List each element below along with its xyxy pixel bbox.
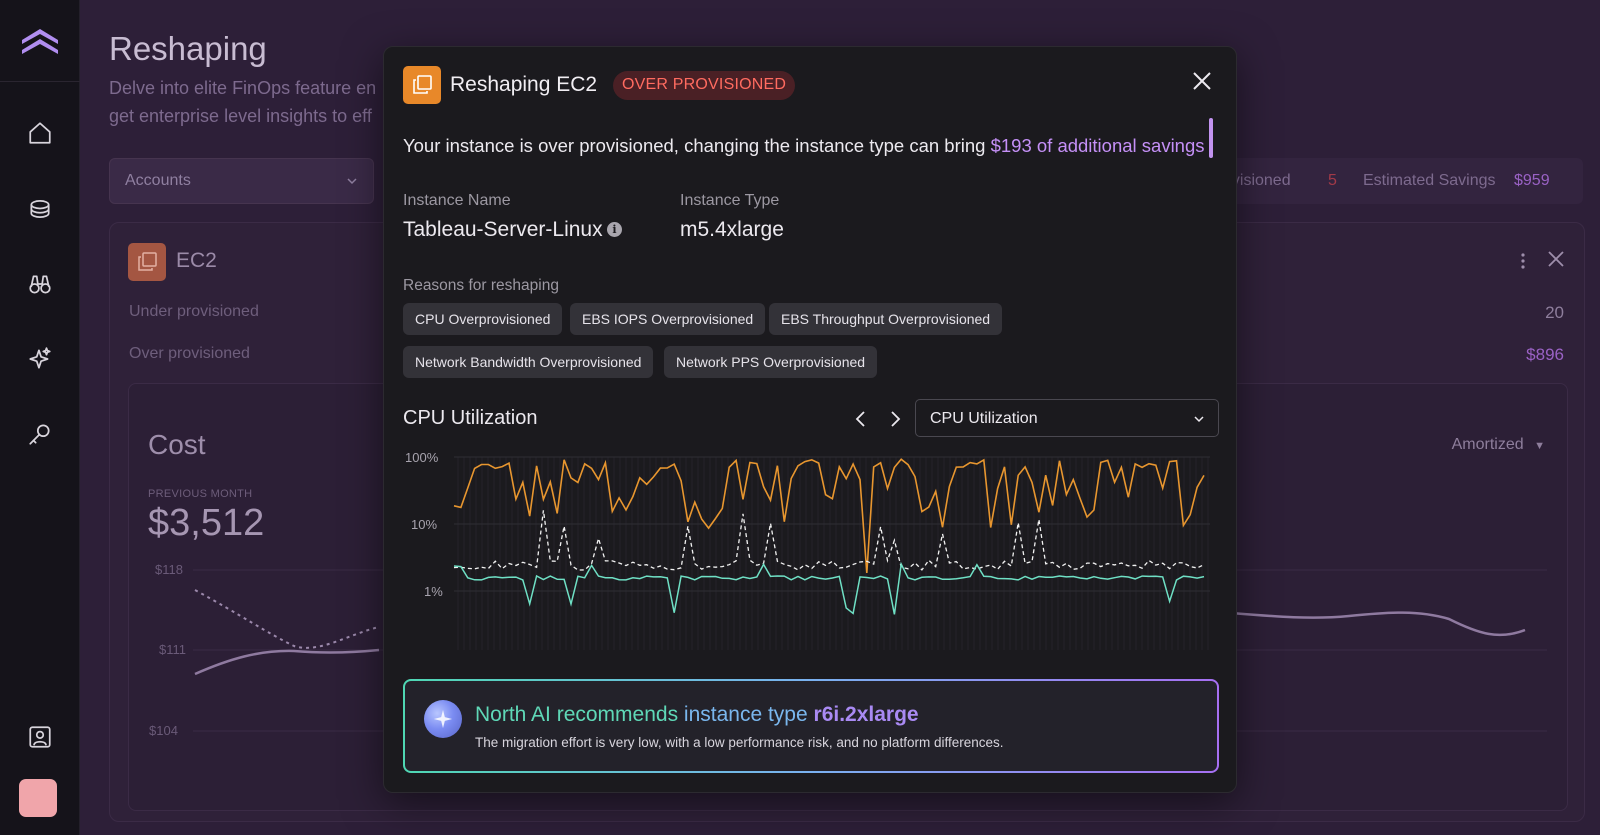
ai-middle: instance type xyxy=(683,703,814,726)
chevron-down-icon xyxy=(1194,416,1204,423)
metric-select-value: CPU Utilization xyxy=(930,410,1038,427)
savings-summary: Your instance is over provisioned, chang… xyxy=(403,135,1205,157)
savings-value: $959 xyxy=(1514,172,1550,189)
ai-prefix: North AI recommends xyxy=(475,703,684,726)
instance-name-label: Instance Name xyxy=(403,192,511,209)
chevron-right-icon[interactable] xyxy=(885,407,905,431)
avatar[interactable] xyxy=(19,779,57,817)
ec2-icon xyxy=(128,243,166,281)
under-provisioned-value: 20 xyxy=(1545,303,1564,322)
savings-label: Estimated Savings xyxy=(1363,172,1496,189)
binoculars-icon[interactable] xyxy=(20,264,60,304)
recommended-instance: r6i.2xlarge xyxy=(813,703,919,726)
ec2-card-title: EC2 xyxy=(176,249,217,272)
info-icon[interactable]: i xyxy=(607,222,622,237)
close-icon[interactable] xyxy=(1190,69,1214,93)
instance-type-value: m5.4xlarge xyxy=(680,218,784,241)
chevron-left-icon[interactable] xyxy=(851,407,871,431)
sidebar xyxy=(0,0,80,835)
over-provisioned-value: $896 xyxy=(1526,345,1564,364)
cpu-utilization-chart: 100% 10% 1% xyxy=(405,450,1210,650)
modal-title: Reshaping EC2 xyxy=(450,73,598,96)
reason-chip: EBS IOPS Overprovisioned xyxy=(570,303,766,335)
instance-name-value: Tableau-Server-Linux xyxy=(403,218,603,241)
reason-chip: Network PPS Overprovisioned xyxy=(664,346,878,378)
ec2-icon xyxy=(403,66,441,104)
chart-title: CPU Utilization xyxy=(403,407,538,429)
instance-type-label: Instance Type xyxy=(680,192,780,209)
accounts-select[interactable]: Accounts xyxy=(109,158,374,204)
reasons-label: Reasons for reshaping xyxy=(403,277,559,294)
key-icon[interactable] xyxy=(20,414,60,454)
scrollbar-thumb[interactable] xyxy=(1209,118,1213,158)
logo[interactable] xyxy=(0,0,80,82)
savings-highlight: $193 of additional savings xyxy=(990,135,1205,156)
logo-chevrons-icon xyxy=(22,28,58,54)
under-provisioned-label: Under provisioned xyxy=(129,303,259,320)
stats-bar: ovisioned 5 Estimated Savings $959 xyxy=(1223,158,1583,204)
chevron-down-icon xyxy=(347,178,357,185)
y-tick-label: 100% xyxy=(405,450,439,465)
sparkle-icon[interactable] xyxy=(20,339,60,379)
card-close-icon[interactable] xyxy=(1546,249,1566,269)
ai-recommendation-card: North AI recommends instance type r6i.2x… xyxy=(403,679,1219,773)
reason-chip: CPU Overprovisioned xyxy=(403,303,563,335)
ai-recommendation-title: North AI recommends instance type r6i.2x… xyxy=(475,703,919,727)
provisioned-count: 5 xyxy=(1328,172,1337,189)
status-badge: OVER PROVISIONED xyxy=(613,71,796,100)
y-tick-label: 1% xyxy=(424,584,443,599)
y-tick-label: 10% xyxy=(411,517,437,532)
reason-chip: EBS Throughput Overprovisioned xyxy=(769,303,1003,335)
coins-icon[interactable] xyxy=(20,189,60,229)
home-icon[interactable] xyxy=(20,113,60,153)
accounts-label: Accounts xyxy=(125,172,191,189)
ai-recommendation-detail: The migration effort is very low, with a… xyxy=(475,735,1004,750)
reshaping-modal: Reshaping EC2 OVER PROVISIONED Your inst… xyxy=(383,46,1237,793)
ai-sparkle-icon xyxy=(424,700,462,738)
page-description: Delve into elite FinOps feature en get e… xyxy=(109,78,377,126)
over-provisioned-label: Over provisioned xyxy=(129,345,250,362)
reason-chip: Network Bandwidth Overprovisioned xyxy=(403,346,654,378)
more-menu-icon[interactable] xyxy=(1520,251,1526,271)
metric-select[interactable]: CPU Utilization xyxy=(915,399,1219,437)
user-contact-icon[interactable] xyxy=(20,717,60,757)
page-title: Reshaping xyxy=(109,30,267,67)
summary-text: Your instance is over provisioned, chang… xyxy=(403,135,991,156)
